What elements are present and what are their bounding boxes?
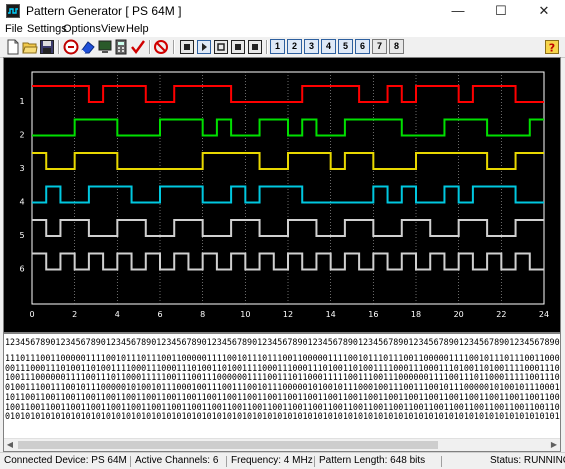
channel-3-waveform bbox=[32, 152, 544, 170]
status-separator bbox=[130, 456, 131, 467]
bit-line: 0101010101010101010101010101010101010101… bbox=[5, 411, 561, 422]
close-button[interactable]: ✕ bbox=[523, 0, 565, 22]
status-frequency: Frequency: 4 MHz bbox=[231, 455, 313, 466]
scroll-left-icon[interactable]: ◀ bbox=[4, 439, 16, 451]
end-icon[interactable] bbox=[247, 39, 263, 55]
status-separator bbox=[314, 456, 315, 467]
channel-label: 2 bbox=[19, 131, 24, 140]
toolbar-separator bbox=[173, 40, 175, 54]
no-entry-icon[interactable] bbox=[153, 39, 169, 55]
new-file-icon[interactable] bbox=[5, 39, 21, 55]
status-channels: Active Channels: 6 bbox=[135, 455, 219, 466]
step-icon[interactable] bbox=[230, 39, 246, 55]
scroll-thumb[interactable] bbox=[18, 441, 438, 449]
x-tick-label: 22 bbox=[496, 310, 506, 319]
pattern-button-2[interactable]: 2 bbox=[287, 39, 302, 54]
waveform-plot[interactable]: 0 2 4 6 8 10 12 14 16 18 20 22 24 1 2 3 4 5 6 bbox=[3, 57, 561, 333]
channel-6-waveform bbox=[32, 252, 544, 271]
waveform-canvas: 0 2 4 6 8 10 12 14 16 18 20 22 24123456 bbox=[19, 71, 549, 319]
title-bar: Pattern Generator [ PS 64M ] — ☐ ✕ bbox=[0, 0, 565, 23]
pattern-button-4[interactable]: 4 bbox=[321, 39, 336, 54]
pattern-button-5[interactable]: 5 bbox=[338, 39, 353, 54]
menu-help[interactable]: Help bbox=[126, 22, 149, 36]
pattern-button-3[interactable]: 3 bbox=[304, 39, 319, 54]
x-tick-label: 14 bbox=[326, 310, 336, 319]
x-tick-label: 6 bbox=[157, 310, 162, 319]
open-folder-icon[interactable] bbox=[22, 39, 38, 55]
x-tick-label: 24 bbox=[539, 310, 549, 319]
x-tick-label: 18 bbox=[411, 310, 421, 319]
bit-pattern-panel[interactable]: 1234567890123456789012345678901234567890… bbox=[3, 333, 561, 452]
svg-text:?: ? bbox=[549, 42, 555, 55]
toolbar: 12345678 ? bbox=[0, 36, 565, 58]
play-frame-icon[interactable] bbox=[196, 39, 212, 55]
check-icon[interactable] bbox=[130, 39, 146, 55]
window-title: Pattern Generator [ PS 64M ] bbox=[26, 4, 182, 18]
pattern-button-8[interactable]: 8 bbox=[389, 39, 404, 54]
channel-5-waveform bbox=[32, 219, 544, 237]
menu-bar: File Settings Options View Help bbox=[0, 22, 565, 36]
save-icon[interactable] bbox=[39, 39, 55, 55]
status-device: Connected Device: PS 64M bbox=[4, 455, 127, 466]
minimize-button[interactable]: — bbox=[437, 0, 479, 22]
x-tick-label: 2 bbox=[72, 310, 77, 319]
menu-options[interactable]: Options bbox=[63, 22, 101, 36]
channel-label: 6 bbox=[19, 265, 24, 274]
x-tick-label: 4 bbox=[115, 310, 120, 319]
frame-icon[interactable] bbox=[179, 39, 195, 55]
help-icon[interactable]: ? bbox=[544, 39, 560, 55]
x-tick-label: 0 bbox=[29, 310, 34, 319]
pattern-button-7[interactable]: 7 bbox=[372, 39, 387, 54]
x-tick-label: 10 bbox=[240, 310, 250, 319]
loop-icon[interactable] bbox=[213, 39, 229, 55]
scroll-right-icon[interactable]: ▶ bbox=[548, 439, 560, 451]
pattern-button-1[interactable]: 1 bbox=[270, 39, 285, 54]
channel-label: 4 bbox=[19, 198, 24, 207]
x-tick-label: 20 bbox=[454, 310, 464, 319]
menu-settings[interactable]: Settings bbox=[27, 22, 67, 36]
status-separator bbox=[441, 456, 442, 467]
pattern-button-6[interactable]: 6 bbox=[355, 39, 370, 54]
channel-label: 1 bbox=[19, 97, 24, 106]
status-bar: Connected Device: PS 64M Active Channels… bbox=[0, 452, 565, 469]
channel-label: 3 bbox=[19, 164, 24, 173]
x-tick-label: 12 bbox=[283, 310, 293, 319]
column-ruler: 1234567890123456789012345678901234567890… bbox=[5, 337, 560, 347]
calculator-icon[interactable] bbox=[113, 39, 129, 55]
menu-file[interactable]: File bbox=[5, 22, 23, 36]
toolbar-separator bbox=[266, 40, 268, 54]
horizontal-scrollbar[interactable]: ◀ ▶ bbox=[4, 438, 560, 451]
status-separator bbox=[226, 456, 227, 467]
x-tick-label: 16 bbox=[368, 310, 378, 319]
maximize-button[interactable]: ☐ bbox=[480, 0, 522, 22]
toolbar-separator bbox=[58, 40, 60, 54]
x-tick-label: 8 bbox=[200, 310, 205, 319]
bit-lines: 1110111001100000111100101110111001100000… bbox=[5, 353, 561, 422]
status-length: Pattern Length: 648 bits bbox=[319, 455, 426, 466]
status-state: Status: RUNNING bbox=[490, 455, 565, 466]
app-icon bbox=[6, 4, 20, 18]
channel-label: 5 bbox=[19, 231, 24, 240]
monitor-icon[interactable] bbox=[97, 39, 113, 55]
channel-2-waveform bbox=[32, 118, 544, 137]
erase-icon[interactable] bbox=[80, 39, 96, 55]
stop-sign-icon[interactable] bbox=[63, 39, 79, 55]
channel-4-waveform bbox=[32, 185, 544, 204]
toolbar-separator bbox=[149, 40, 151, 54]
menu-view[interactable]: View bbox=[101, 22, 125, 36]
